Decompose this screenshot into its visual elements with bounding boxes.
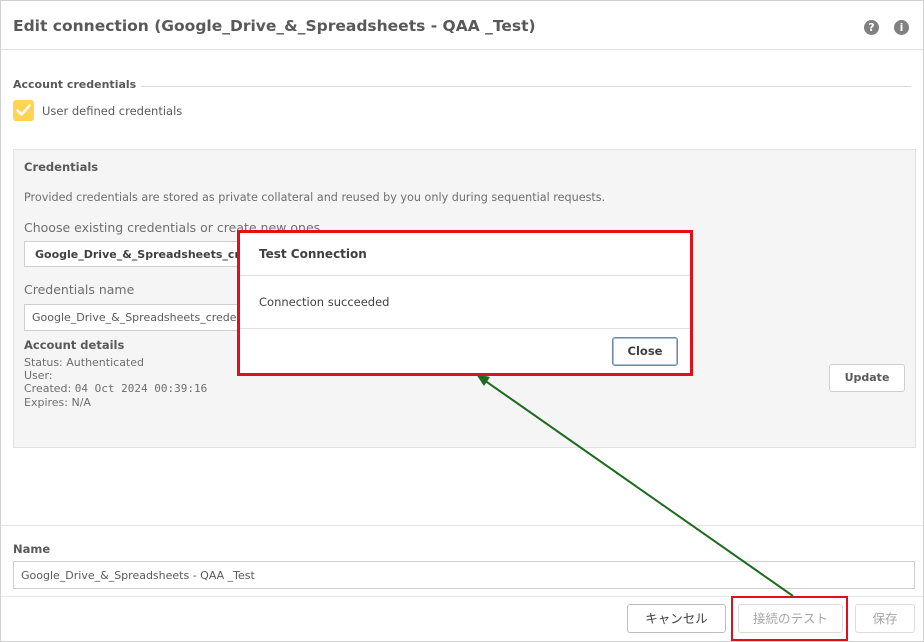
close-button[interactable]: Close [612, 337, 678, 366]
test-connection-modal: Test Connection Connection succeeded Clo… [239, 232, 691, 374]
modal-message: Connection succeeded [259, 295, 390, 309]
modal-divider [240, 328, 690, 329]
modal-divider [240, 275, 690, 276]
modal-title: Test Connection [259, 247, 367, 261]
